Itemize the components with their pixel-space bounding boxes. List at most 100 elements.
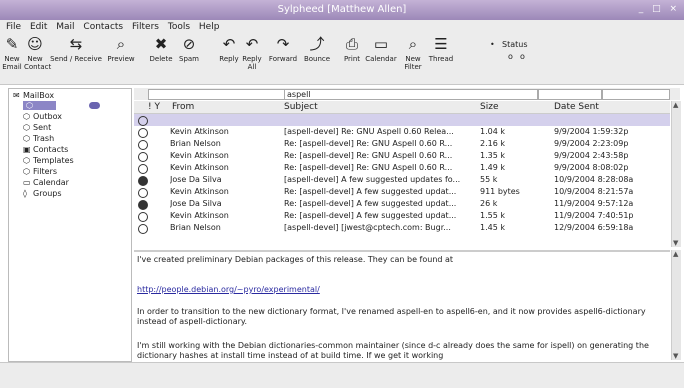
contacts-icon: ▣: [23, 145, 31, 154]
menu-file[interactable]: File: [6, 22, 21, 32]
forward-button[interactable]: ↷ Forward: [266, 35, 300, 64]
unread-badge: [89, 102, 100, 109]
folder-icon: ⬡: [26, 101, 33, 110]
bounce-icon: ⤴: [309, 35, 325, 53]
message-row[interactable]: Jose Da Silva [aspell-devel] A few sugges…: [134, 174, 670, 186]
spam-button[interactable]: ⊘ Spam: [176, 35, 202, 64]
new-contact-button[interactable]: ☺ New Contact: [24, 35, 51, 72]
folder-root[interactable]: ✉ MailBox: [13, 91, 54, 100]
folder-trash[interactable]: ⬡ Trash: [23, 134, 54, 143]
scroll-up-icon[interactable]: ▲: [673, 101, 678, 109]
preview-paragraph-2: In order to transition to the new dictio…: [137, 307, 646, 326]
folder-calendar[interactable]: ▭ Calendar: [23, 178, 69, 187]
preview-icon: ⌕: [116, 35, 126, 53]
subject-search-input[interactable]: aspell: [284, 89, 538, 100]
title-bar: Sylpheed [Matthew Allen] _ □ ×: [0, 0, 684, 20]
spam-icon: ⊘: [182, 35, 196, 53]
mailbox-icon: ✉: [13, 91, 20, 100]
preview-scroll-down-icon[interactable]: ▼: [673, 352, 678, 360]
preview-scrollbar[interactable]: ▲ ▼: [671, 250, 681, 360]
menu-edit[interactable]: Edit: [30, 22, 47, 32]
message-row[interactable]: Brian Nelson [aspell-devel] [jwest@cptech…: [134, 222, 670, 234]
size-search-input[interactable]: [538, 89, 602, 100]
from-search-input[interactable]: [148, 89, 286, 100]
preview-link[interactable]: http://people.debian.org/~pyro/experimen…: [137, 285, 657, 295]
forward-icon: ↷: [276, 35, 290, 53]
new-filter-icon: ⌕: [408, 35, 418, 53]
preview-button[interactable]: ⌕ Preview: [106, 35, 136, 64]
column-from[interactable]: From: [172, 102, 194, 112]
message-status-icon: [138, 176, 148, 186]
sent-icon: ⬡: [23, 123, 30, 132]
reply-icon: ↶: [222, 35, 236, 53]
message-status-icon: [138, 152, 148, 162]
delete-button[interactable]: ✖ Delete: [148, 35, 174, 64]
new-filter-button[interactable]: ⌕ New Filter: [400, 35, 426, 72]
calendar-icon: ▭: [373, 35, 389, 53]
status-radio-1[interactable]: o: [508, 52, 513, 61]
folder-templates[interactable]: ⬡ Templates: [23, 156, 74, 165]
templates-icon: ⬡: [23, 156, 30, 165]
scroll-down-icon[interactable]: ▼: [673, 239, 678, 247]
thread-button[interactable]: ☰ Thread: [426, 36, 456, 64]
message-list: Kevin Atkinson [aspell-devel] Re: GNU Asp…: [134, 114, 670, 246]
message-status-icon: [138, 128, 148, 138]
menu-help[interactable]: Help: [199, 22, 220, 32]
menu-tools[interactable]: Tools: [168, 22, 190, 32]
folder-sent[interactable]: ⬡ Sent: [23, 123, 51, 132]
column-subject[interactable]: Subject: [284, 102, 318, 112]
message-row[interactable]: Kevin Atkinson Re: [aspell-devel] A few s…: [134, 186, 670, 198]
message-row[interactable]: Jose Da Silva Re: [aspell-devel] A few su…: [134, 198, 670, 210]
preview-scroll-up-icon[interactable]: ▲: [673, 250, 678, 258]
print-button[interactable]: ⎙ Print: [340, 35, 364, 64]
menu-bar: File Edit Mail Contacts Filters Tools He…: [0, 20, 684, 34]
folder-selected[interactable]: ⬡: [23, 101, 56, 110]
preview-paragraph-1: I've created preliminary Debian packages…: [137, 255, 454, 264]
reply-all-button[interactable]: ↶ Reply All: [240, 35, 264, 72]
column-date[interactable]: Date Sent: [554, 102, 599, 112]
status-label: Status: [502, 40, 528, 49]
column-size[interactable]: Size: [480, 102, 498, 112]
folder-groups[interactable]: ◊ Groups: [23, 189, 62, 198]
message-row[interactable]: Kevin Atkinson Re: [aspell-devel] Re: GNU…: [134, 162, 670, 174]
message-preview: I've created preliminary Debian packages…: [134, 250, 670, 362]
folder-filters[interactable]: ⬡ Filters: [23, 167, 57, 176]
folder-contacts[interactable]: ▣ Contacts: [23, 145, 68, 154]
delete-icon: ✖: [154, 35, 168, 53]
message-row[interactable]: Kevin Atkinson [aspell-devel] Re: GNU Asp…: [134, 126, 670, 138]
message-status-icon: [138, 164, 148, 174]
send-receive-icon: ⇆: [69, 35, 83, 53]
status-radio-2[interactable]: o: [520, 52, 525, 61]
trash-icon: ⬡: [23, 134, 30, 143]
message-row[interactable]: Kevin Atkinson Re: [aspell-devel] Re: GNU…: [134, 150, 670, 162]
message-status-icon: [138, 212, 148, 222]
message-status-icon: [138, 200, 148, 210]
date-search-input[interactable]: [602, 89, 670, 100]
message-row[interactable]: [134, 114, 670, 126]
bounce-button[interactable]: ⤴ Bounce: [302, 35, 332, 64]
new-email-button[interactable]: ✎ New Email: [2, 36, 22, 72]
message-row[interactable]: Kevin Atkinson Re: [aspell-devel] A few s…: [134, 210, 670, 222]
menu-filters[interactable]: Filters: [132, 22, 159, 32]
reply-all-icon: ↶: [245, 35, 259, 53]
print-icon: ⎙: [345, 35, 358, 53]
column-flags[interactable]: ! Y: [148, 102, 160, 112]
message-status-icon: [138, 188, 148, 198]
folder-outbox[interactable]: ⬡ Outbox: [23, 112, 62, 121]
send-receive-button[interactable]: ⇆ Send / Receive: [48, 35, 104, 64]
calendar-button[interactable]: ▭ Calendar: [364, 35, 398, 64]
window-title: Sylpheed [Matthew Allen]: [277, 4, 407, 15]
reply-button[interactable]: ↶ Reply: [218, 35, 240, 64]
new-contact-icon: ☺: [27, 35, 43, 53]
filters-icon: ⬡: [23, 167, 30, 176]
message-list-scrollbar[interactable]: ▲ ▼: [671, 101, 681, 247]
message-list-header: ! Y From Subject Size Date Sent: [134, 101, 670, 114]
calendar-folder-icon: ▭: [23, 178, 31, 187]
window-controls[interactable]: _ □ ×: [639, 4, 680, 14]
outbox-icon: ⬡: [23, 112, 30, 121]
groups-icon: ◊: [23, 189, 27, 198]
menu-contacts[interactable]: Contacts: [83, 22, 123, 32]
status-bar: [0, 362, 684, 388]
message-row[interactable]: Brian Nelson Re: [aspell-devel] Re: GNU A…: [134, 138, 670, 150]
menu-mail[interactable]: Mail: [56, 22, 74, 32]
